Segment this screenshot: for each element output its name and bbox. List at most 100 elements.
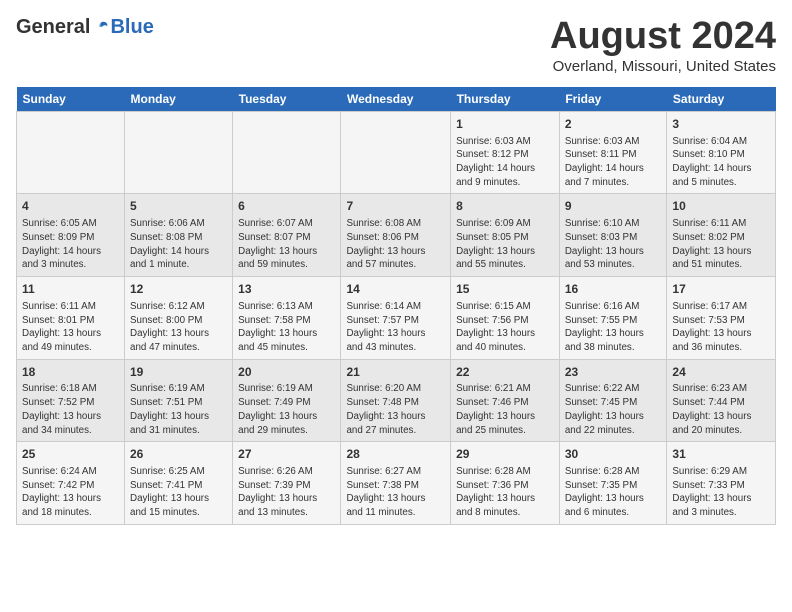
day-header-saturday: Saturday	[667, 87, 776, 112]
day-cell: 29 Sunrise: 6:28 AM Sunset: 7:36 PM Dayli…	[451, 442, 560, 525]
page-header: General Blue August 2024 Overland, Misso…	[16, 16, 776, 75]
day-number: 8	[456, 198, 554, 215]
day-info: Sunrise: 6:28 AM Sunset: 7:35 PM Dayligh…	[565, 465, 662, 520]
day-number: 4	[22, 198, 119, 215]
calendar-title: August 2024	[550, 16, 776, 58]
day-cell: 25 Sunrise: 6:24 AM Sunset: 7:42 PM Dayli…	[17, 442, 125, 525]
week-row-4: 18Sunrise: 6:18 AM Sunset: 7:52 PM Dayli…	[17, 359, 776, 442]
day-number: 2	[565, 116, 662, 133]
calendar-subtitle: Overland, Missouri, United States	[550, 58, 776, 75]
day-info: Sunrise: 6:09 AM Sunset: 8:05 PM Dayligh…	[456, 217, 554, 272]
day-info: Sunrise: 6:11 AM Sunset: 8:02 PM Dayligh…	[672, 217, 770, 272]
day-cell: 15 Sunrise: 6:15 AM Sunset: 7:56 PM Dayli…	[451, 277, 560, 360]
day-number: 12	[130, 281, 227, 298]
day-number: 31	[672, 446, 770, 463]
day-info: Sunrise: 6:26 AM Sunset: 7:39 PM Dayligh…	[238, 465, 335, 520]
day-info: Sunrise: 6:04 AM Sunset: 8:10 PM Dayligh…	[672, 135, 770, 190]
title-area: August 2024 Overland, Missouri, United S…	[550, 16, 776, 75]
day-cell: 21Sunrise: 6:20 AM Sunset: 7:48 PM Dayli…	[341, 359, 451, 442]
day-header-monday: Monday	[125, 87, 233, 112]
day-info: Sunrise: 6:15 AM Sunset: 7:56 PM Dayligh…	[456, 300, 554, 355]
day-header-sunday: Sunday	[17, 87, 125, 112]
day-number: 3	[672, 116, 770, 133]
day-cell: 10Sunrise: 6:11 AM Sunset: 8:02 PM Dayli…	[667, 194, 776, 277]
day-cell: 11 Sunrise: 6:11 AM Sunset: 8:01 PM Dayli…	[17, 277, 125, 360]
week-row-2: 4Sunrise: 6:05 AM Sunset: 8:09 PM Daylig…	[17, 194, 776, 277]
day-number: 6	[238, 198, 335, 215]
calendar-header-row: SundayMondayTuesdayWednesdayThursdayFrid…	[17, 87, 776, 112]
day-info: Sunrise: 6:18 AM Sunset: 7:52 PM Dayligh…	[22, 382, 119, 437]
day-number: 13	[238, 281, 335, 298]
day-info: Sunrise: 6:13 AM Sunset: 7:58 PM Dayligh…	[238, 300, 335, 355]
day-number: 25	[22, 446, 119, 463]
day-header-tuesday: Tuesday	[233, 87, 341, 112]
day-number: 15	[456, 281, 554, 298]
day-info: Sunrise: 6:11 AM Sunset: 8:01 PM Dayligh…	[22, 300, 119, 355]
day-info: Sunrise: 6:22 AM Sunset: 7:45 PM Dayligh…	[565, 382, 662, 437]
day-number: 30	[565, 446, 662, 463]
day-cell: 18Sunrise: 6:18 AM Sunset: 7:52 PM Dayli…	[17, 359, 125, 442]
day-cell: 3 Sunrise: 6:04 AM Sunset: 8:10 PM Daylig…	[667, 111, 776, 194]
calendar-table: SundayMondayTuesdayWednesdayThursdayFrid…	[16, 87, 776, 525]
day-cell: 23Sunrise: 6:22 AM Sunset: 7:45 PM Dayli…	[559, 359, 667, 442]
day-info: Sunrise: 6:08 AM Sunset: 8:06 PM Dayligh…	[346, 217, 445, 272]
day-number: 20	[238, 364, 335, 381]
day-number: 27	[238, 446, 335, 463]
day-number: 1	[456, 116, 554, 133]
day-info: Sunrise: 6:07 AM Sunset: 8:07 PM Dayligh…	[238, 217, 335, 272]
day-cell: 6 Sunrise: 6:07 AM Sunset: 8:07 PM Daylig…	[233, 194, 341, 277]
day-info: Sunrise: 6:16 AM Sunset: 7:55 PM Dayligh…	[565, 300, 662, 355]
day-cell: 2Sunrise: 6:03 AM Sunset: 8:11 PM Daylig…	[559, 111, 667, 194]
day-info: Sunrise: 6:24 AM Sunset: 7:42 PM Dayligh…	[22, 465, 119, 520]
day-cell: 16 Sunrise: 6:16 AM Sunset: 7:55 PM Dayli…	[559, 277, 667, 360]
day-info: Sunrise: 6:27 AM Sunset: 7:38 PM Dayligh…	[346, 465, 445, 520]
day-number: 5	[130, 198, 227, 215]
day-info: Sunrise: 6:28 AM Sunset: 7:36 PM Dayligh…	[456, 465, 554, 520]
day-info: Sunrise: 6:14 AM Sunset: 7:57 PM Dayligh…	[346, 300, 445, 355]
day-header-thursday: Thursday	[451, 87, 560, 112]
day-info: Sunrise: 6:29 AM Sunset: 7:33 PM Dayligh…	[672, 465, 770, 520]
day-number: 28	[346, 446, 445, 463]
day-info: Sunrise: 6:17 AM Sunset: 7:53 PM Dayligh…	[672, 300, 770, 355]
day-number: 9	[565, 198, 662, 215]
day-cell: 9Sunrise: 6:10 AM Sunset: 8:03 PM Daylig…	[559, 194, 667, 277]
day-number: 7	[346, 198, 445, 215]
day-cell: 7 Sunrise: 6:08 AM Sunset: 8:06 PM Daylig…	[341, 194, 451, 277]
day-number: 22	[456, 364, 554, 381]
day-cell	[125, 111, 233, 194]
day-cell: 17 Sunrise: 6:17 AM Sunset: 7:53 PM Dayli…	[667, 277, 776, 360]
day-number: 26	[130, 446, 227, 463]
day-number: 17	[672, 281, 770, 298]
day-cell: 8 Sunrise: 6:09 AM Sunset: 8:05 PM Daylig…	[451, 194, 560, 277]
day-number: 11	[22, 281, 119, 298]
day-cell: 20Sunrise: 6:19 AM Sunset: 7:49 PM Dayli…	[233, 359, 341, 442]
day-cell: 14Sunrise: 6:14 AM Sunset: 7:57 PM Dayli…	[341, 277, 451, 360]
day-info: Sunrise: 6:12 AM Sunset: 8:00 PM Dayligh…	[130, 300, 227, 355]
week-row-1: 1 Sunrise: 6:03 AM Sunset: 8:12 PM Daylig…	[17, 111, 776, 194]
day-cell: 12 Sunrise: 6:12 AM Sunset: 8:00 PM Dayli…	[125, 277, 233, 360]
day-number: 18	[22, 364, 119, 381]
day-number: 23	[565, 364, 662, 381]
day-number: 19	[130, 364, 227, 381]
day-cell: 5 Sunrise: 6:06 AM Sunset: 8:08 PM Daylig…	[125, 194, 233, 277]
day-cell: 1 Sunrise: 6:03 AM Sunset: 8:12 PM Daylig…	[451, 111, 560, 194]
day-cell	[341, 111, 451, 194]
day-info: Sunrise: 6:23 AM Sunset: 7:44 PM Dayligh…	[672, 382, 770, 437]
day-number: 16	[565, 281, 662, 298]
day-cell: 30 Sunrise: 6:28 AM Sunset: 7:35 PM Dayli…	[559, 442, 667, 525]
day-info: Sunrise: 6:06 AM Sunset: 8:08 PM Dayligh…	[130, 217, 227, 272]
day-cell: 27 Sunrise: 6:26 AM Sunset: 7:39 PM Dayli…	[233, 442, 341, 525]
day-info: Sunrise: 6:21 AM Sunset: 7:46 PM Dayligh…	[456, 382, 554, 437]
day-cell: 31 Sunrise: 6:29 AM Sunset: 7:33 PM Dayli…	[667, 442, 776, 525]
day-info: Sunrise: 6:25 AM Sunset: 7:41 PM Dayligh…	[130, 465, 227, 520]
logo-bird-icon	[92, 19, 110, 37]
day-number: 21	[346, 364, 445, 381]
day-header-wednesday: Wednesday	[341, 87, 451, 112]
day-info: Sunrise: 6:19 AM Sunset: 7:51 PM Dayligh…	[130, 382, 227, 437]
day-info: Sunrise: 6:20 AM Sunset: 7:48 PM Dayligh…	[346, 382, 445, 437]
day-cell: 13 Sunrise: 6:13 AM Sunset: 7:58 PM Dayli…	[233, 277, 341, 360]
logo-blue: Blue	[110, 16, 153, 39]
day-number: 29	[456, 446, 554, 463]
day-info: Sunrise: 6:03 AM Sunset: 8:12 PM Dayligh…	[456, 135, 554, 190]
day-cell: 26 Sunrise: 6:25 AM Sunset: 7:41 PM Dayli…	[125, 442, 233, 525]
